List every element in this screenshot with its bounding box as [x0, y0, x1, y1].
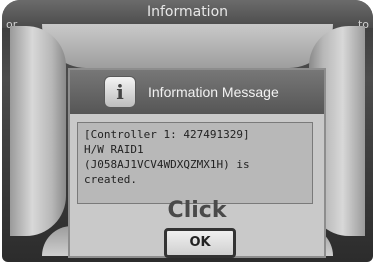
- information-dialog: i Information Message [Controller 1: 427…: [68, 68, 326, 258]
- message-line: created.: [84, 173, 137, 186]
- message-line: [Controller 1: 427491329]: [84, 128, 250, 141]
- message-line: H/W RAID1: [84, 143, 144, 156]
- message-line: (J058AJ1VCV4WDXQZMX1H) is: [84, 158, 250, 171]
- info-icon: i: [104, 76, 136, 108]
- ok-button[interactable]: OK: [164, 228, 236, 258]
- decorative-left-panel: [10, 26, 66, 236]
- window-frame: Information or to i Information Message …: [2, 0, 373, 262]
- dialog-title: Information Message: [148, 84, 279, 100]
- dialog-header: i Information Message: [70, 70, 324, 114]
- window-title: Information: [146, 4, 229, 20]
- message-text: [Controller 1: 427491329] H/W RAID1 (J05…: [77, 122, 313, 204]
- click-annotation: Click: [167, 198, 227, 223]
- decorative-top-arc: [42, 24, 333, 68]
- screen: Information or to i Information Message …: [0, 0, 375, 265]
